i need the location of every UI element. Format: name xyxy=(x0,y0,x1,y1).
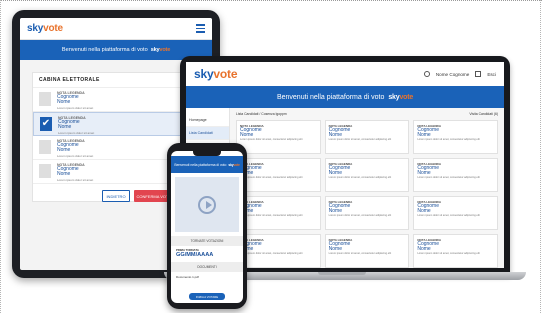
candidate-description: Lorem ipsum dolor sit amet, consectetur … xyxy=(328,252,392,256)
tablet-header: skyvote xyxy=(20,18,212,40)
phone-device: Benvenuti nella piattaforma di voto skyv… xyxy=(167,143,247,309)
candidate-description: Lorem ipsum dolor sit amet, consectetur … xyxy=(328,176,392,180)
phone-notch xyxy=(193,151,221,156)
candidate-card[interactable]: NOTA LEGENDACognomeNomeLorem ipsum dolor… xyxy=(236,120,321,154)
document-link[interactable]: Documento 1.pdf xyxy=(171,272,243,282)
list-header: Lista Candidati / Cosenza lgoppm Visita … xyxy=(236,110,498,120)
candidate-description: Lorem ipsum dolor sit amet, consectetur … xyxy=(240,138,303,142)
banner-logo: skyvote xyxy=(228,162,240,167)
candidate-description: Lorem ipsum dolor sit amet, consectetur … xyxy=(240,214,303,218)
video-player[interactable] xyxy=(175,177,239,232)
laptop-notch xyxy=(318,272,366,275)
candidate-card[interactable]: NOTA LEGENDACognomeNomeLorem ipsum dolor… xyxy=(413,158,498,192)
logout-icon[interactable] xyxy=(475,71,482,77)
welcome-text: Benvenuti nella piattaforma di voto xyxy=(174,162,227,167)
panel-title: CABINA ELETTORALE xyxy=(33,73,199,88)
candidate-description: Lorem ipsum dolor sit amet, consectetur … xyxy=(240,176,303,180)
candidate-description: Lorem ipsum dolor sit amet, consectetur … xyxy=(328,214,392,218)
candidate-description: Lorem ipsum dolor sit amet, consectetur … xyxy=(240,252,303,256)
banner-logo: skyvote xyxy=(150,47,171,53)
candidate-list-area: Lista Candidati / Cosenza lgoppm Visita … xyxy=(230,108,504,268)
candidate-card[interactable]: NOTA LEGENDACognomeNomeLorem ipsum dolor… xyxy=(324,158,410,192)
candidate-card[interactable]: NOTA LEGENDACognomeNomeLorem ipsum dolor… xyxy=(236,158,321,192)
list-symbol-icon xyxy=(39,164,51,178)
ballot-candidate-row[interactable]: ✔ NOTA LEGENDA Cognome Nome Lorem ipsum dolo… xyxy=(33,112,199,136)
candidate-description: Lorem ipsum dolor sit amet xyxy=(57,105,94,110)
user-icon xyxy=(423,71,430,77)
user-name[interactable]: Nome Cognome xyxy=(436,72,469,77)
start-vote-button[interactable]: INIZIA A VOTARE xyxy=(189,293,225,300)
candidate-description: Lorem ipsum dolor sit amet, consectetur … xyxy=(328,138,392,142)
laptop-header: skyvote Nome Cognome Esci xyxy=(186,62,504,86)
welcome-text: Benvenuti nella piattaforma di voto xyxy=(61,47,148,53)
list-symbol-icon xyxy=(39,140,51,154)
candidate-description: Lorem ipsum dolor sit amet xyxy=(58,130,95,135)
banner-logo: skyvote xyxy=(388,93,414,101)
user-area: Nome Cognome Esci xyxy=(423,71,496,77)
candidate-card[interactable]: NOTA LEGENDACognomeNomeLorem ipsum dolor… xyxy=(324,234,410,268)
candidate-card[interactable]: NOTA LEGENDACognomeNomeLorem ipsum dolor… xyxy=(236,196,321,230)
hamburger-menu-icon[interactable] xyxy=(196,24,205,33)
candidate-card[interactable]: NOTA LEGENDACognomeNomeLorem ipsum dolor… xyxy=(324,120,410,154)
phone-screen: Benvenuti nella piattaforma di voto skyv… xyxy=(171,151,243,303)
list-symbol-icon xyxy=(39,92,51,106)
candidate-description: Lorem ipsum dolor sit amet, consectetur … xyxy=(417,252,480,256)
candidate-description: Lorem ipsum dolor sit amet, consectetur … xyxy=(417,214,480,218)
back-button[interactable]: INDIETRO xyxy=(102,190,130,202)
skyvote-logo[interactable]: skyvote xyxy=(27,23,63,34)
phone-welcome-banner: Benvenuti nella piattaforma di voto skyv… xyxy=(171,156,243,173)
candidate-card[interactable]: NOTA LEGENDACognomeNomeLorem ipsum dolor… xyxy=(413,120,498,154)
candidate-grid: NOTA LEGENDA Cognome Nome Lorem ipsum dolor… xyxy=(236,120,498,268)
candidate-card[interactable]: NOTA LEGENDACognomeNomeLorem ipsum dolor… xyxy=(236,234,321,268)
dotted-frame-right xyxy=(540,0,541,313)
skyvote-logo[interactable]: skyvote xyxy=(194,67,237,81)
ballot-actions: INDIETRO CONFERMA VOTO xyxy=(102,190,174,202)
play-icon[interactable] xyxy=(198,195,216,214)
documents-section-title: DOCUMENTI xyxy=(171,262,243,272)
votes-section-title: TORNATE VOTAZIONI xyxy=(171,236,243,246)
candidate-description: Lorem ipsum dolor sit amet, consectetur … xyxy=(417,176,480,180)
candidate-description: Lorem ipsum dolor sit amet, consectetur … xyxy=(417,138,480,142)
checkmark-icon: ✔ xyxy=(40,117,52,131)
dotted-frame-left xyxy=(0,0,1,313)
logout-link[interactable]: Esci xyxy=(487,72,496,77)
breadcrumb: Lista Candidati / Cosenza lgoppm xyxy=(236,112,287,116)
sidebar-item-candidates[interactable]: Lista Candidati xyxy=(186,127,229,140)
candidate-card[interactable]: NOTA LEGENDACognomeNomeLorem ipsum dolor… xyxy=(413,234,498,268)
welcome-text: Benvenuti nella piattaforma di voto xyxy=(276,93,385,101)
laptop-welcome-banner: Benvenuti nella piattaforma di voto skyv… xyxy=(186,86,504,108)
promo-canvas: skyvote Benvenuti nella piattaforma di v… xyxy=(0,0,542,313)
sidebar-item-homepage[interactable]: Homepage xyxy=(186,114,229,127)
ballot-candidate-row[interactable]: NOTA LEGENDA Cognome Nome Lorem ipsum dolor… xyxy=(33,88,199,112)
candidate-count-link[interactable]: Visita Candidati (6) xyxy=(469,112,498,116)
candidate-card[interactable]: NOTA LEGENDACognomeNomeLorem ipsum dolor… xyxy=(413,196,498,230)
dotted-frame-top xyxy=(0,0,542,1)
candidate-card[interactable]: NOTA LEGENDACognomeNomeLorem ipsum dolor… xyxy=(324,196,410,230)
vote-date-field: PRIMA TORNATA GG/MM/AAAA xyxy=(171,246,243,260)
vote-date-value: GG/MM/AAAA xyxy=(176,252,214,258)
